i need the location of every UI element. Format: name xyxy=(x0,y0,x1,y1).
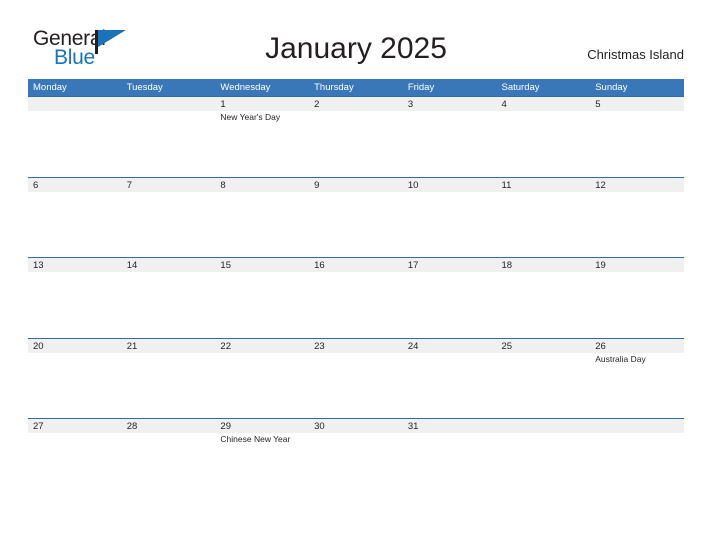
day-cell[interactable]: 6 xyxy=(28,178,122,257)
week-row: 27 28 29 Chinese New Year 30 31 xyxy=(28,418,684,499)
day-cell[interactable]: 17 xyxy=(403,258,497,337)
day-number: 5 xyxy=(595,99,601,110)
day-number: 30 xyxy=(314,421,325,432)
weekday-header-sunday: Sunday xyxy=(595,82,628,93)
day-number: 25 xyxy=(501,340,513,352)
day-cell[interactable]: 13 xyxy=(28,258,122,337)
day-cell[interactable]: 24 xyxy=(403,339,497,418)
day-number: 20 xyxy=(33,340,44,352)
day-number: 1 xyxy=(220,99,226,110)
day-cell[interactable]: 12 xyxy=(590,178,684,257)
week-row: 20 21 22 23 24 25 26 Australia Day xyxy=(28,337,684,418)
day-event: Australia Day xyxy=(595,353,646,364)
day-cell[interactable]: 11 xyxy=(497,178,591,257)
day-number: 26 xyxy=(595,340,606,352)
day-cell[interactable]: 4 xyxy=(497,97,591,176)
day-cell[interactable]: 3 xyxy=(403,97,497,176)
day-number: 6 xyxy=(33,179,39,191)
day-cell[interactable]: 20 xyxy=(28,339,122,418)
weekday-header-friday: Friday xyxy=(407,82,435,93)
day-number: 16 xyxy=(314,260,325,271)
day-number: 4 xyxy=(501,99,507,110)
day-event: New Year's Day xyxy=(220,112,281,122)
day-number: 10 xyxy=(407,179,419,191)
day-number: 3 xyxy=(407,99,414,110)
week-row: 13 14 15 16 17 18 19 xyxy=(28,257,684,338)
weekday-header-tuesday: Tuesday xyxy=(126,82,163,93)
weekday-header-saturday: Saturday xyxy=(501,82,540,93)
week-row: 6 7 8 9 10 11 12 xyxy=(28,176,684,257)
day-cell[interactable]: 26 Australia Day xyxy=(590,339,684,418)
day-number: 13 xyxy=(33,260,44,271)
day-number: 14 xyxy=(126,260,138,271)
day-number xyxy=(33,98,122,111)
day-cell[interactable]: 7 xyxy=(122,178,216,257)
weekday-header-monday: Monday xyxy=(33,82,67,93)
day-cell[interactable] xyxy=(497,419,591,498)
day-event: Chinese New Year xyxy=(220,434,291,444)
day-number: 27 xyxy=(33,421,44,432)
day-cell[interactable]: 30 xyxy=(309,419,403,498)
day-number: 24 xyxy=(407,340,419,352)
day-number: 17 xyxy=(407,260,419,271)
day-cell[interactable]: 15 xyxy=(215,258,309,337)
day-number: 22 xyxy=(220,340,231,352)
page-header: General Blue January 2025 Christmas Isla… xyxy=(0,0,712,78)
day-number: 15 xyxy=(220,260,231,271)
location-label: Christmas Island xyxy=(587,47,684,62)
day-cell[interactable]: 5 xyxy=(590,97,684,176)
day-number: 12 xyxy=(595,179,606,191)
day-cell[interactable]: 23 xyxy=(309,339,403,418)
day-cell[interactable]: 18 xyxy=(497,258,591,337)
calendar-page: General Blue January 2025 Christmas Isla… xyxy=(0,0,712,550)
day-cell[interactable]: 2 xyxy=(309,97,403,176)
week-row: 1 New Year's Day 2 3 4 5 xyxy=(28,96,684,177)
day-number: 8 xyxy=(220,179,226,191)
day-number xyxy=(502,420,591,433)
day-cell[interactable]: 21 xyxy=(122,339,216,418)
day-cell[interactable]: 27 xyxy=(28,419,122,498)
day-number: 29 xyxy=(220,421,231,432)
day-cell[interactable] xyxy=(122,97,216,176)
day-number: 18 xyxy=(501,260,513,271)
day-cell[interactable]: 19 xyxy=(590,258,684,337)
day-cell[interactable]: 31 xyxy=(403,419,497,498)
day-cell[interactable]: 10 xyxy=(403,178,497,257)
day-cell[interactable]: 1 New Year's Day xyxy=(215,97,309,176)
day-number xyxy=(595,420,684,433)
day-number xyxy=(127,98,216,111)
day-number: 2 xyxy=(314,99,320,110)
day-cell[interactable]: 28 xyxy=(122,419,216,498)
day-cell[interactable]: 22 xyxy=(215,339,309,418)
day-cell[interactable]: 8 xyxy=(215,178,309,257)
day-cell[interactable]: 29 Chinese New Year xyxy=(215,419,309,498)
calendar-grid: Monday Tuesday Wednesday Thursday Friday… xyxy=(28,79,684,499)
weekday-header-thursday: Thursday xyxy=(314,82,354,93)
day-cell[interactable]: 25 xyxy=(497,339,591,418)
day-number: 28 xyxy=(126,421,138,432)
day-number: 19 xyxy=(595,260,606,271)
day-cell[interactable] xyxy=(590,419,684,498)
weekday-header-wednesday: Wednesday xyxy=(220,82,271,93)
weekday-header-row: Monday Tuesday Wednesday Thursday Friday… xyxy=(28,79,684,96)
day-cell[interactable]: 9 xyxy=(309,178,403,257)
day-number: 7 xyxy=(126,179,132,191)
day-number: 9 xyxy=(314,179,320,191)
day-number: 23 xyxy=(314,340,325,352)
day-number: 11 xyxy=(501,179,512,191)
day-number: 21 xyxy=(126,340,138,352)
day-cell[interactable] xyxy=(28,97,122,176)
day-cell[interactable]: 16 xyxy=(309,258,403,337)
day-cell[interactable]: 14 xyxy=(122,258,216,337)
day-number: 31 xyxy=(407,421,419,432)
